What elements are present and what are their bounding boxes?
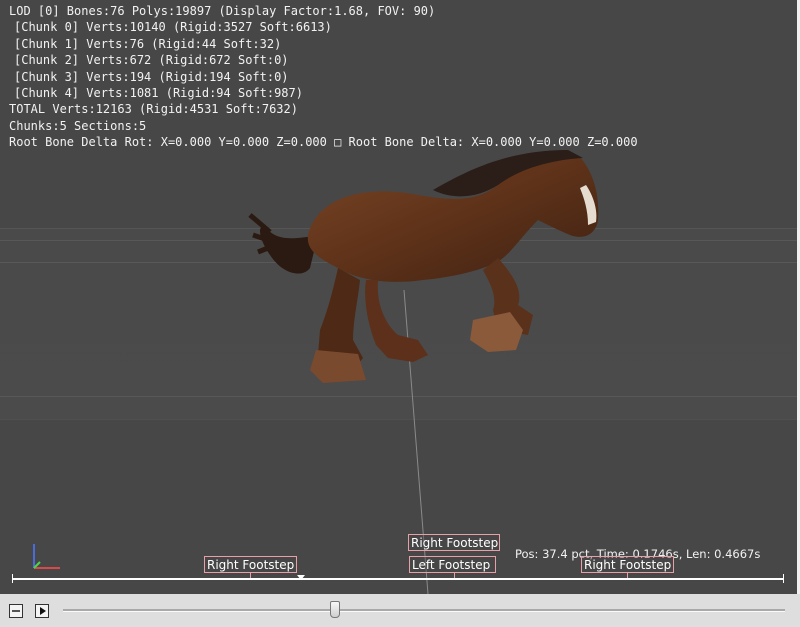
- notify-left-footstep[interactable]: Left Footstep: [409, 556, 496, 573]
- play-button[interactable]: [35, 604, 49, 618]
- notify-right-footstep[interactable]: Right Footstep: [408, 534, 500, 551]
- notify-right-footstep[interactable]: Right Footstep: [204, 556, 297, 573]
- minus-box-icon: [12, 610, 20, 612]
- loop-toggle-button[interactable]: [9, 604, 23, 618]
- scrub-slider-track[interactable]: [63, 609, 785, 612]
- notify-timeline[interactable]: [12, 578, 784, 580]
- notify-right-footstep[interactable]: Right Footstep: [581, 556, 674, 573]
- timeline-end: [783, 574, 784, 583]
- playhead-marker[interactable]: [297, 575, 305, 580]
- play-icon: [40, 607, 46, 615]
- animation-viewport[interactable]: LOD [0] Bones:76 Polys:19897 (Display Fa…: [0, 0, 800, 594]
- scrub-slider-thumb[interactable]: [330, 601, 340, 618]
- horse-model: [248, 150, 599, 383]
- axis-gizmo-icon: [33, 544, 60, 569]
